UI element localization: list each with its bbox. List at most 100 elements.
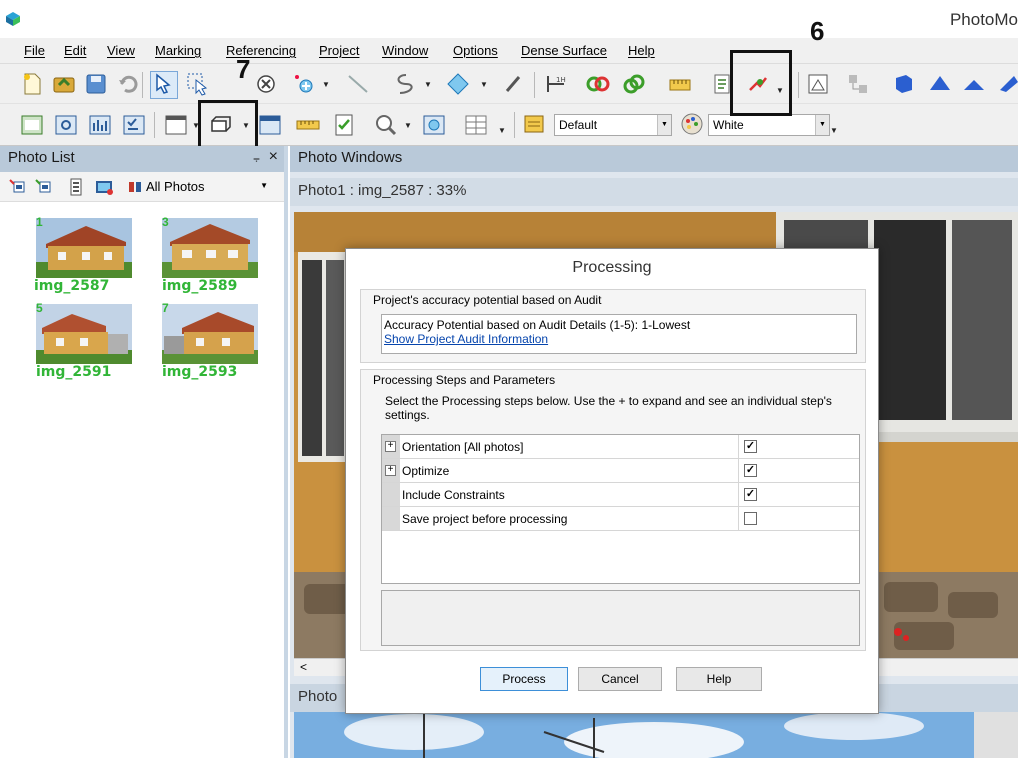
- photo-view-icon[interactable]: [806, 72, 830, 96]
- wedge-icon[interactable]: [962, 72, 986, 96]
- step-row-orientation[interactable]: + Orientation [All photos] ✓: [382, 435, 859, 459]
- region-select-icon[interactable]: [186, 72, 210, 96]
- process-button[interactable]: Process: [480, 667, 568, 691]
- expand-plus-icon[interactable]: +: [385, 465, 396, 476]
- photo-filter-select[interactable]: All Photos ▼: [146, 176, 270, 198]
- cancel-button[interactable]: Cancel: [578, 667, 662, 691]
- show-audit-link[interactable]: Show Project Audit Information: [382, 332, 856, 346]
- report-icon[interactable]: [332, 113, 356, 137]
- appearance-select-value: Default: [559, 118, 598, 132]
- step-row-optimize[interactable]: + Optimize ✓: [382, 459, 859, 483]
- window-icon[interactable]: [164, 113, 188, 137]
- menu-file[interactable]: File: [24, 43, 45, 58]
- photo-thumbnail[interactable]: 1 img_2587: [34, 215, 132, 294]
- save-icon[interactable]: [84, 72, 108, 96]
- close-icon[interactable]: ×: [269, 148, 278, 166]
- reference-icon[interactable]: [586, 72, 610, 96]
- curve-tool-icon[interactable]: [390, 72, 414, 96]
- photo-list-panel: Photo List ⨪ × All Photos ▼ 1 img_2587 3…: [0, 146, 288, 758]
- delete-marks-icon[interactable]: [254, 72, 278, 96]
- photo-thumbnail[interactable]: 5 img_2591: [36, 301, 132, 380]
- grid-dropdown-icon[interactable]: ▼: [498, 126, 506, 135]
- step-checkbox[interactable]: ✓: [744, 440, 757, 453]
- add-photo-icon[interactable]: [8, 178, 26, 196]
- menu-marking[interactable]: Marking: [155, 43, 201, 58]
- photo-thumbnail[interactable]: 3 img_2589: [162, 215, 258, 294]
- step-checkbox[interactable]: ✓: [744, 464, 757, 477]
- step-checkbox[interactable]: [744, 512, 757, 525]
- add-mark-dropdown-icon[interactable]: ▼: [322, 80, 330, 89]
- filter-icon: [128, 179, 142, 195]
- step-checkbox[interactable]: ✓: [744, 488, 757, 501]
- color-select[interactable]: White ▼: [708, 114, 830, 136]
- pin-icon[interactable]: ⨪: [253, 151, 260, 166]
- line-tool-icon[interactable]: [346, 72, 370, 96]
- appearance-select[interactable]: Default ▼: [554, 114, 672, 136]
- photo-number: 3: [162, 215, 169, 229]
- surface-dropdown-icon[interactable]: ▼: [480, 80, 488, 89]
- step-label: Save project before processing: [402, 512, 568, 526]
- callout-box-six: [730, 50, 792, 116]
- photo1-window-title[interactable]: Photo1 : img_2587 : 33%: [290, 178, 1018, 206]
- expand-plus-icon[interactable]: +: [385, 441, 396, 452]
- measure-icon[interactable]: 1H: [544, 72, 568, 96]
- tape-measure-icon[interactable]: [668, 72, 692, 96]
- scroll-left-icon[interactable]: <: [300, 660, 307, 674]
- menu-edit[interactable]: Edit: [64, 43, 86, 58]
- step-row-save-project[interactable]: Save project before processing: [382, 507, 859, 531]
- zoom-dropdown-icon[interactable]: ▼: [404, 121, 412, 130]
- chart-icon[interactable]: [88, 113, 112, 137]
- toolbar-separator: [798, 72, 799, 98]
- main-toolbar: ▼ ▼ ▼ 1H ▼: [0, 64, 1018, 104]
- chevron-down-icon: ▼: [657, 115, 671, 135]
- photo-list-toolbar: All Photos ▼: [0, 172, 284, 202]
- photo-list-title: Photo List: [8, 149, 75, 166]
- undo-icon[interactable]: [116, 72, 140, 96]
- photo2-image[interactable]: [294, 712, 1018, 758]
- toolbar-separator: [142, 72, 143, 98]
- step-row-include-constraints[interactable]: Include Constraints ✓: [382, 483, 859, 507]
- quality-icon[interactable]: [54, 113, 78, 137]
- toolbar-separator: [154, 112, 155, 138]
- chevron-down-icon: ▼: [815, 115, 829, 135]
- render-icon[interactable]: [422, 113, 446, 137]
- curve-dropdown-icon[interactable]: ▼: [424, 80, 432, 89]
- open-project-icon[interactable]: [52, 72, 76, 96]
- shape-icon[interactable]: [996, 72, 1018, 96]
- menu-window[interactable]: Window: [382, 43, 428, 58]
- menu-project[interactable]: Project: [319, 43, 359, 58]
- link-icon[interactable]: [622, 72, 646, 96]
- menu-options[interactable]: Options: [453, 43, 498, 58]
- pyramid-icon[interactable]: [928, 72, 952, 96]
- grid-view-icon[interactable]: [464, 113, 488, 137]
- add-mark-icon[interactable]: [292, 72, 316, 96]
- hierarchy-icon[interactable]: [846, 72, 870, 96]
- remove-photo-icon[interactable]: [34, 178, 52, 196]
- photo-table-icon[interactable]: [20, 113, 44, 137]
- photo-strip-icon[interactable]: [68, 178, 84, 196]
- menu-dense-surface[interactable]: Dense Surface: [521, 43, 607, 58]
- toolbar-overflow-icon[interactable]: ▼: [830, 126, 838, 135]
- photo-thumbnail[interactable]: 7 img_2593: [162, 301, 258, 380]
- menu-help[interactable]: Help: [628, 43, 655, 58]
- photo-thumbnail-image: [162, 304, 258, 364]
- step-label: Orientation [All photos]: [402, 440, 524, 454]
- panel-icon[interactable]: [258, 113, 282, 137]
- photo-settings-icon[interactable]: [94, 178, 114, 196]
- photo-list-header: Photo List ⨪ ×: [0, 146, 284, 172]
- menu-view[interactable]: View: [107, 43, 135, 58]
- new-project-icon[interactable]: [20, 72, 44, 96]
- checklist-icon[interactable]: [122, 113, 146, 137]
- app-logo-icon: [6, 12, 20, 26]
- palette-icon: [680, 112, 704, 136]
- edge-tool-icon[interactable]: [502, 72, 526, 96]
- ruler-icon[interactable]: [296, 113, 320, 137]
- cube-icon[interactable]: [892, 72, 916, 96]
- surface-tool-icon[interactable]: [446, 72, 470, 96]
- callout-label-six: 6: [810, 16, 825, 46]
- help-button[interactable]: Help: [676, 667, 762, 691]
- processing-steps-table: + Orientation [All photos] ✓ + Optimize …: [381, 434, 860, 584]
- accuracy-info-box: Accuracy Potential based on Audit Detail…: [381, 314, 857, 354]
- zoom-icon[interactable]: [374, 113, 398, 137]
- select-pointer-icon[interactable]: [150, 71, 178, 99]
